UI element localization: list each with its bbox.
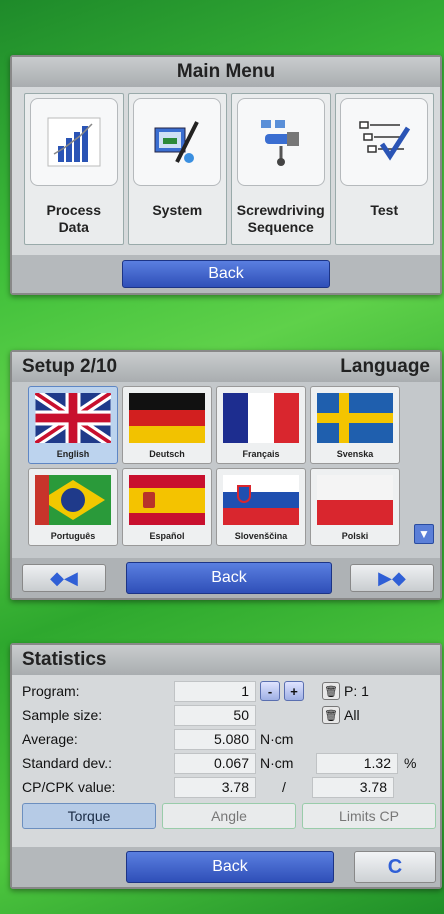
average-value: 5.080 (174, 728, 256, 750)
statistics-footer: Back C (12, 847, 440, 887)
france-flag-icon (223, 393, 299, 443)
language-slovenscina[interactable]: Slovenščina (216, 468, 306, 546)
stddev-percent: 1.32 (316, 752, 398, 774)
menu-label-line1: Screwdriving (236, 202, 325, 218)
spain-flag-icon (129, 475, 205, 525)
language-label: Português (50, 531, 96, 541)
language-english[interactable]: English (28, 386, 118, 464)
program-value: 1 (174, 680, 256, 702)
language-polski[interactable]: Polski (310, 468, 400, 546)
statistics-title: Statistics (12, 645, 440, 675)
main-menu-items: Process Data System Screwdriving Sequenc… (12, 87, 440, 245)
menu-item-test[interactable]: Test (334, 93, 434, 245)
setup-header: Setup 2/10 Language (12, 352, 440, 382)
next-arrow-icon[interactable]: ▶◆ (350, 564, 434, 592)
statistics-back-button[interactable]: Back (126, 851, 334, 883)
reset-icon[interactable]: C (354, 851, 436, 883)
language-deutsch[interactable]: Deutsch (122, 386, 212, 464)
language-label: Slovenščina (234, 531, 288, 541)
statistics-panel: Statistics Program: 1 - + 🗑 P: 1 Sample … (10, 643, 442, 889)
sweden-flag-icon (317, 393, 393, 443)
language-grid: English Deutsch Français Svenska Portugu… (12, 382, 440, 546)
menu-label-line1: Test (370, 202, 399, 218)
program-row: Program: 1 - + 🗑 P: 1 (12, 679, 440, 703)
chart-icon (29, 98, 118, 186)
statistics-tabs: Torque Angle Limits CP (12, 799, 440, 829)
language-label: Polski (341, 531, 369, 541)
average-label: Average: (22, 731, 78, 747)
language-label: Deutsch (149, 449, 185, 459)
menu-item-screwdriving-sequence[interactable]: Screwdriving Sequence (231, 93, 331, 245)
tab-angle[interactable]: Angle (162, 803, 296, 829)
menu-item-process-data[interactable]: Process Data (24, 93, 124, 245)
main-menu-footer: Back (12, 255, 440, 293)
cpk-value: 3.78 (312, 776, 394, 798)
scroll-down-icon[interactable]: ▼ (414, 524, 434, 544)
trash-icon[interactable]: 🗑 (322, 706, 340, 724)
cp-row: CP/CPK value: 3.78 / 3.78 (12, 775, 440, 799)
tab-limits-cp[interactable]: Limits CP (302, 803, 436, 829)
germany-flag-icon (129, 393, 205, 443)
language-label: Español (149, 531, 185, 541)
main-menu-title: Main Menu (12, 57, 440, 87)
language-portugues[interactable]: Português (28, 468, 118, 546)
setup-back-button[interactable]: Back (126, 562, 332, 594)
sample-reference: All (344, 707, 360, 723)
average-unit: N·cm (260, 731, 294, 747)
previous-arrow-icon[interactable]: ◆◀ (22, 564, 106, 592)
stddev-row: Standard dev.: 0.067 N·cm 1.32 % (12, 751, 440, 775)
language-label: Svenska (336, 449, 374, 459)
program-increment-button[interactable]: + (284, 681, 304, 701)
language-label: Français (242, 449, 280, 459)
average-row: Average: 5.080 N·cm (12, 727, 440, 751)
setup-panel: Setup 2/10 Language English Deutsch Fran… (10, 350, 442, 600)
setup-footer: ◆◀ Back ▶◆ (12, 558, 440, 598)
cp-separator: / (282, 779, 286, 795)
checklist-icon (340, 98, 429, 186)
sample-value: 50 (174, 704, 256, 726)
stddev-unit: N·cm (260, 755, 294, 771)
menu-label-line1: Process (46, 202, 101, 218)
uk-flag-icon (35, 393, 111, 443)
slovenia-flag-icon (223, 475, 299, 525)
tab-torque[interactable]: Torque (22, 803, 156, 829)
language-espanol[interactable]: Español (122, 468, 212, 546)
stddev-label: Standard dev.: (22, 755, 113, 771)
language-francais[interactable]: Français (216, 386, 306, 464)
menu-label-line2: Sequence (247, 219, 314, 235)
menu-label-line2: Data (58, 219, 89, 235)
program-reference: P: 1 (344, 683, 369, 699)
poland-flag-icon (317, 475, 393, 525)
trash-icon[interactable]: 🗑 (322, 682, 340, 700)
brazil-flag-icon (35, 475, 111, 525)
statistics-table: Program: 1 - + 🗑 P: 1 Sample size: 50 🗑 … (12, 675, 440, 799)
menu-item-system[interactable]: System (127, 93, 227, 245)
main-back-button[interactable]: Back (122, 260, 330, 288)
cp-value: 3.78 (174, 776, 256, 798)
sequence-icon (236, 98, 325, 186)
program-label: Program: (22, 683, 80, 699)
sample-row: Sample size: 50 🗑 All (12, 703, 440, 727)
language-label: English (56, 449, 90, 459)
setup-section: Language (340, 356, 430, 377)
language-svenska[interactable]: Svenska (310, 386, 400, 464)
sample-label: Sample size: (22, 707, 103, 723)
menu-label-line1: System (152, 202, 203, 218)
percent-sign: % (404, 755, 417, 771)
main-menu-panel: Main Menu Process Data System Screwdrivi… (10, 55, 442, 295)
cp-label: CP/CPK value: (22, 779, 116, 795)
system-icon (133, 98, 222, 186)
stddev-value: 0.067 (174, 752, 256, 774)
program-decrement-button[interactable]: - (260, 681, 280, 701)
setup-title: Setup 2/10 (22, 356, 118, 377)
